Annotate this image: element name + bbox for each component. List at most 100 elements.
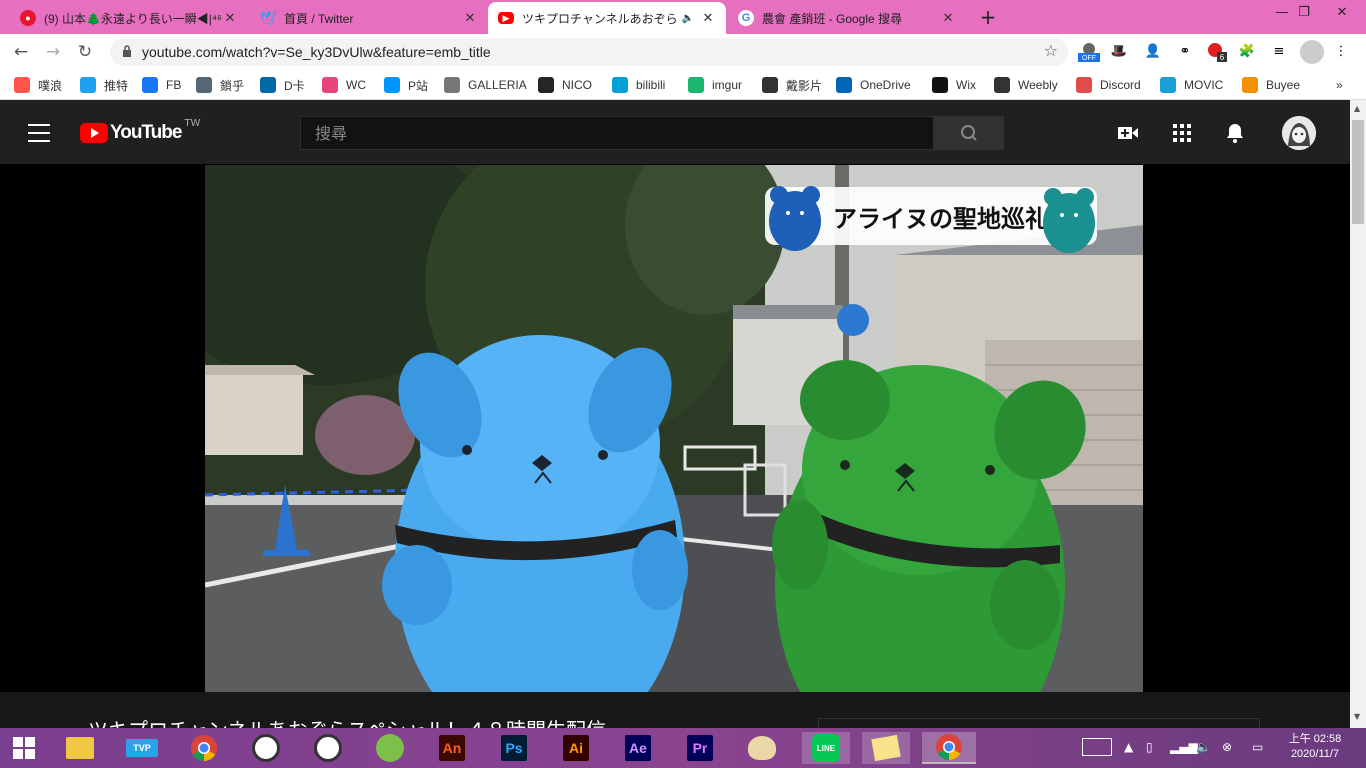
clip-studio-icon[interactable] bbox=[248, 732, 284, 764]
speaker-icon[interactable]: 🔈 bbox=[682, 13, 694, 24]
user-plus-extension-icon[interactable]: 👤 bbox=[1142, 42, 1164, 62]
notification-extension-icon[interactable]: 6 bbox=[1206, 42, 1228, 62]
scroll-thumb[interactable] bbox=[1352, 120, 1364, 224]
forward-button[interactable]: → bbox=[40, 40, 66, 64]
bookmark-item[interactable]: 戴影片 bbox=[762, 76, 822, 94]
bookmark-item[interactable]: WC bbox=[322, 76, 366, 94]
restore-button[interactable]: ❐ bbox=[1284, 0, 1324, 28]
bookmark-item[interactable]: 推特 bbox=[80, 76, 128, 94]
hamburger-menu-icon[interactable] bbox=[28, 124, 50, 142]
action-center-icon[interactable]: ▭ bbox=[1252, 740, 1263, 754]
close-window-button[interactable]: ✕ bbox=[1322, 0, 1362, 28]
bookmark-item[interactable]: Discord bbox=[1076, 76, 1141, 94]
battery-icon[interactable]: ▯ bbox=[1146, 740, 1153, 754]
user-avatar[interactable] bbox=[1282, 116, 1316, 150]
notifications-bell-icon[interactable] bbox=[1223, 121, 1247, 145]
bookmark-item[interactable]: Wix bbox=[932, 76, 976, 94]
wifi-icon[interactable]: ▂▄▆ bbox=[1170, 740, 1198, 754]
address-bar[interactable]: youtube.com/watch?v=Se_ky3DvUlw&feature=… bbox=[110, 38, 1068, 66]
caption-text: アライヌの聖地巡礼 bbox=[833, 205, 1049, 233]
bookmark-label: FB bbox=[166, 78, 182, 92]
more-bookmarks-chevron-icon[interactable]: » bbox=[1336, 76, 1343, 94]
count-badge: 6 bbox=[1220, 53, 1225, 62]
clock-time: 02:58 bbox=[1313, 733, 1342, 745]
close-tab-icon[interactable]: ✕ bbox=[462, 10, 478, 26]
bookmark-favicon-icon bbox=[196, 77, 212, 93]
sticky-notes-icon[interactable] bbox=[862, 732, 910, 764]
profile-icon[interactable] bbox=[1300, 40, 1324, 64]
adobe-animate-icon[interactable]: An bbox=[434, 732, 470, 764]
chrome-active-icon[interactable] bbox=[922, 732, 976, 764]
bookmark-item[interactable]: D卡 bbox=[260, 76, 305, 94]
adobe-premiere-icon[interactable]: Pr bbox=[682, 732, 718, 764]
scroll-up-icon[interactable]: ▲ bbox=[1354, 104, 1360, 113]
bookmark-item[interactable]: Buyee bbox=[1242, 76, 1300, 94]
close-tab-icon[interactable]: ✕ bbox=[222, 10, 238, 26]
close-tab-icon[interactable]: ✕ bbox=[700, 10, 716, 26]
region-label: TW bbox=[184, 118, 201, 129]
bookmarks-bar: 噗浪 推特 FB 鎖乎 D卡 WC P站 GALLERIA NICO bilibili imgur 戴… bbox=[0, 70, 1366, 100]
bookmark-item[interactable]: NICO bbox=[538, 76, 592, 94]
file-explorer-icon[interactable] bbox=[62, 732, 98, 764]
bookmark-label: Discord bbox=[1100, 78, 1141, 92]
show-hidden-icons-icon[interactable]: ▲ bbox=[1124, 740, 1133, 754]
search-button[interactable] bbox=[934, 116, 1004, 150]
chrome-icon[interactable] bbox=[186, 732, 222, 764]
tab-twitter[interactable]: 🕊 首頁 / Twitter ✕ bbox=[250, 2, 488, 34]
link-extension-icon[interactable]: ⚭ bbox=[1174, 42, 1196, 62]
back-button[interactable]: ← bbox=[8, 40, 34, 64]
video-player[interactable]: アライヌの聖地巡礼 bbox=[205, 165, 1143, 692]
new-tab-button[interactable]: + bbox=[976, 4, 1000, 30]
scroll-down-icon[interactable]: ▼ bbox=[1354, 712, 1360, 721]
bookmark-label: D卡 bbox=[284, 78, 305, 93]
volume-icon[interactable]: 🔈 bbox=[1196, 740, 1211, 754]
create-video-icon[interactable] bbox=[1116, 121, 1140, 145]
adobe-photoshop-icon[interactable]: Ps bbox=[496, 732, 532, 764]
tab-youtube[interactable]: ▶ ツキプロチャンネルあおぞら 🔈 ✕ bbox=[488, 2, 726, 34]
bookmark-item[interactable]: FB bbox=[142, 76, 181, 94]
tab-weibo[interactable]: ● (9) 山本🌲永遠より長い一瞬◀|⁴⁶ ✕ bbox=[10, 2, 248, 34]
reload-button[interactable]: ↻ bbox=[72, 40, 98, 64]
bookmark-item[interactable]: OneDrive bbox=[836, 76, 911, 94]
touch-keyboard-icon[interactable] bbox=[1082, 738, 1112, 756]
bookmark-favicon-icon bbox=[14, 77, 30, 93]
search-box[interactable] bbox=[300, 116, 934, 150]
bookmark-star-icon[interactable]: ☆ bbox=[1044, 41, 1058, 60]
bookmark-favicon-icon bbox=[1160, 77, 1176, 93]
apps-grid-icon[interactable] bbox=[1170, 121, 1194, 145]
lock-icon bbox=[123, 45, 131, 57]
bookmark-item[interactable]: Weebly bbox=[994, 76, 1058, 94]
video-info-area: ツキプロチャンネルあおぞらスペシャル！４８時間生配信 bbox=[0, 692, 1350, 742]
adblock-extension-icon[interactable]: OFF bbox=[1078, 42, 1100, 62]
bookmark-item[interactable]: P站 bbox=[384, 76, 428, 94]
system-clock[interactable]: 上午 02:58 2020/11/7 bbox=[1284, 732, 1346, 762]
bookmark-label: NICO bbox=[562, 78, 592, 92]
line-app-icon[interactable]: LINE bbox=[802, 732, 850, 764]
adobe-after-effects-icon[interactable]: Ae bbox=[620, 732, 656, 764]
tab-google[interactable]: G 農會 產銷班 - Google 搜尋 ✕ bbox=[728, 2, 966, 34]
search-input[interactable] bbox=[301, 117, 933, 149]
bookmark-favicon-icon bbox=[612, 77, 628, 93]
start-button[interactable] bbox=[6, 732, 42, 764]
page-scrollbar[interactable]: ▲ ▼ bbox=[1350, 100, 1366, 728]
puzzle-extensions-icon[interactable]: 🧩 bbox=[1236, 42, 1258, 62]
tennis-game-icon[interactable] bbox=[372, 732, 408, 764]
tvp-icon[interactable]: TVP bbox=[124, 732, 160, 764]
close-tab-icon[interactable]: ✕ bbox=[940, 10, 956, 26]
paint-icon[interactable] bbox=[744, 732, 780, 764]
bookmark-item[interactable]: 鎖乎 bbox=[196, 76, 244, 94]
bookmark-item[interactable]: imgur bbox=[688, 76, 742, 94]
youtube-logo[interactable]: YouTube TW bbox=[80, 118, 200, 144]
bookmark-favicon-icon bbox=[762, 77, 778, 93]
bookmark-item[interactable]: GALLERIA bbox=[444, 76, 527, 94]
close-circle-icon[interactable]: ⊗ bbox=[1222, 740, 1232, 754]
bookmark-item[interactable]: bilibili bbox=[612, 76, 665, 94]
tampermonkey-icon[interactable]: 🎩 bbox=[1108, 42, 1130, 62]
clip-studio-ex-icon[interactable] bbox=[310, 732, 346, 764]
media-queue-icon[interactable]: ≡ bbox=[1268, 42, 1290, 62]
twitter-icon: 🕊 bbox=[259, 9, 277, 26]
bookmark-item[interactable]: MOVIC bbox=[1160, 76, 1223, 94]
bookmark-item[interactable]: 噗浪 bbox=[14, 76, 62, 94]
adobe-illustrator-icon[interactable]: Ai bbox=[558, 732, 594, 764]
menu-dots-icon[interactable]: ⋮ bbox=[1330, 42, 1352, 62]
